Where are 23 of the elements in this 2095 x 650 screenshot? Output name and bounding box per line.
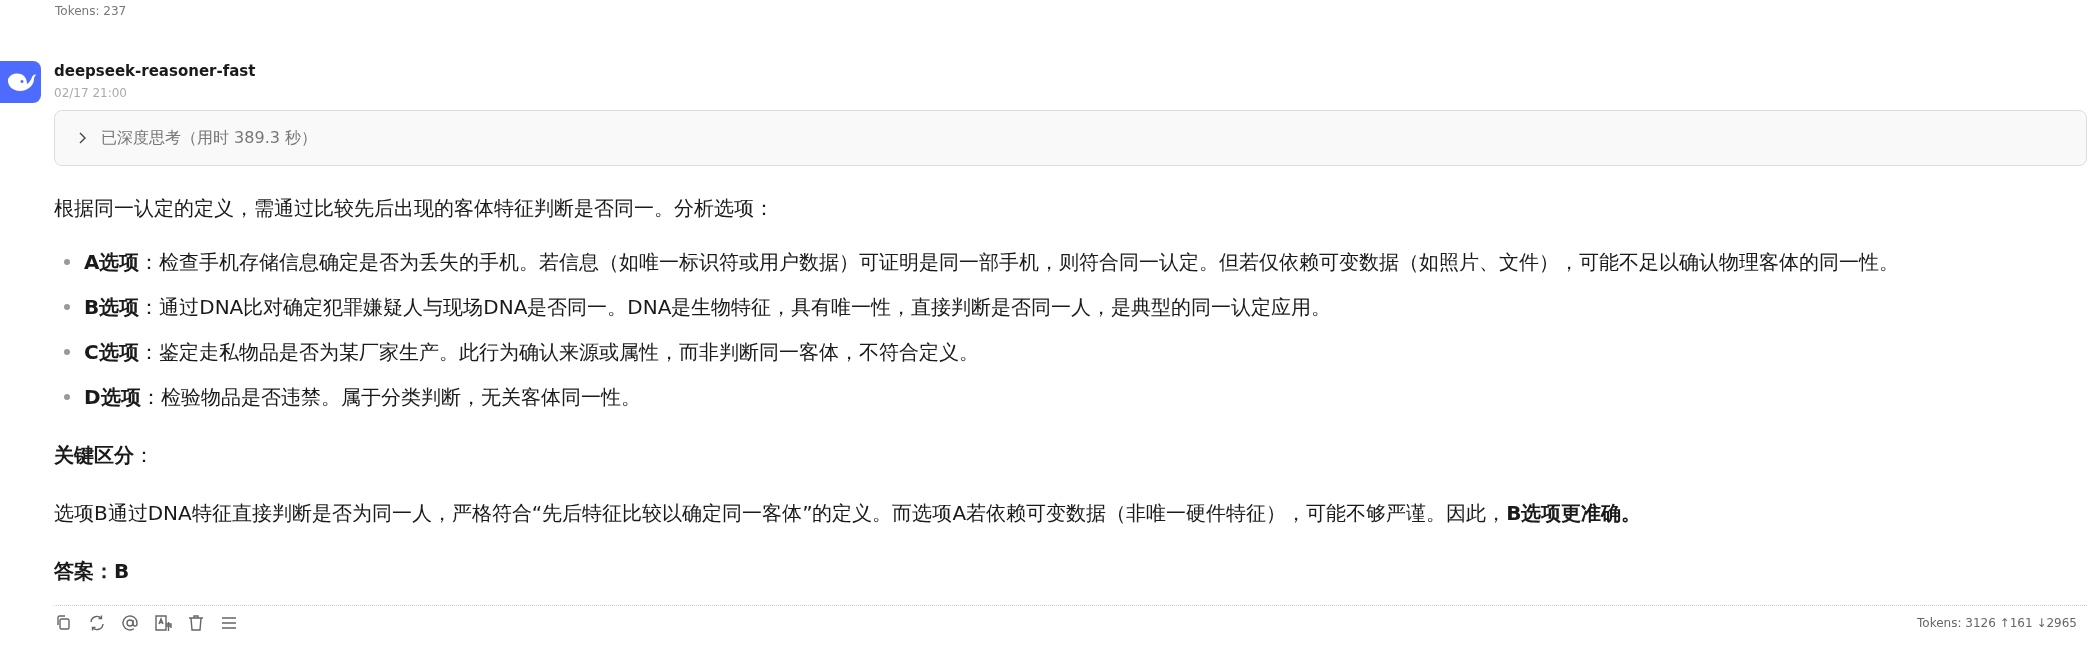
bullet-icon bbox=[64, 304, 70, 310]
message-time: 02/17 21:00 bbox=[54, 86, 128, 100]
final-answer: 答案：B bbox=[54, 558, 131, 585]
bullet-icon bbox=[64, 349, 70, 355]
bullet-icon bbox=[64, 394, 70, 400]
at-sign-button[interactable] bbox=[120, 613, 140, 633]
translate-button[interactable] bbox=[153, 613, 173, 633]
token-count: Tokens: 237 bbox=[55, 4, 127, 18]
chevron-icon bbox=[77, 132, 87, 144]
whale-avatar-icon bbox=[0, 61, 41, 103]
answer-paragraph: 根据同一认定的定义，需通过比较先后出现的客体特征判断是否同一。分析选项： bbox=[54, 195, 775, 222]
answer-paragraph: 关键区分： bbox=[54, 442, 155, 469]
answer-paragraph: 选项B通过DNA特征直接判断是否为同一人，严格符合“先后特征比较以确定同一客体”的定义。而选项A若依赖可变数据（非唯一硬件特征），可能不够严谨。因此，B选项更准确。 bbox=[54, 500, 1643, 527]
sender-name: deepseek-reasoner-fast bbox=[54, 62, 257, 80]
trash-button[interactable] bbox=[186, 613, 206, 633]
option-analysis: B选项：通过DNA比对确定犯罪嫌疑人与现场DNA是否同一。DNA是生物特征，具有唯一性，直接判断是否同一人，是典型的同一认定应用。 bbox=[84, 294, 1332, 321]
thinking-toggle[interactable]: 已深度思考（用时 389.3 秒） bbox=[54, 110, 2087, 166]
token-usage: Tokens: 3126 ↑161 ↓2965 bbox=[1917, 616, 2077, 630]
refresh-button[interactable] bbox=[87, 613, 107, 633]
option-analysis: A选项：检查手机存储信息确定是否为丢失的手机。若信息（如唯一标识符或用户数据）可证明是同一部手机，则符合同一认定。但若仅依赖可变数据（如照片、文件），可能不足以确认物理客体的同一性。 bbox=[84, 249, 1900, 276]
bullet-icon bbox=[64, 259, 70, 265]
option-analysis: C选项：鉴定走私物品是否为某厂家生产。此行为确认来源或属性，而非判断同一客体，不符合定义。 bbox=[84, 339, 979, 366]
option-analysis: D选项：检验物品是否违禁。属于分类判断，无关客体同一性。 bbox=[84, 384, 641, 411]
